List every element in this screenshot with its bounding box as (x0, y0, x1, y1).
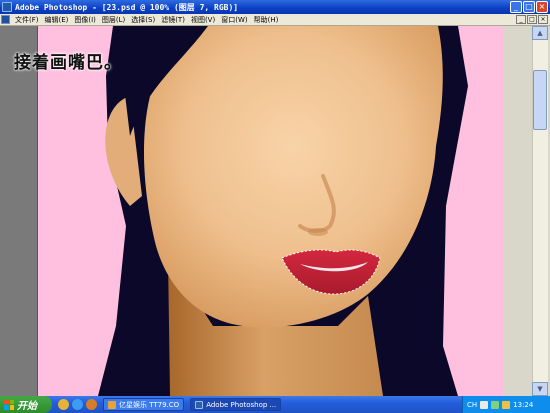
doc-restore-button[interactable]: □ (527, 15, 537, 24)
menu-bar: 文件(F) 编辑(E) 图像(I) 图层(L) 选择(S) 滤镜(T) 视图(V… (0, 14, 550, 26)
menu-filter[interactable]: 滤镜(T) (158, 15, 188, 25)
window-title: Adobe Photoshop - [23.psd @ 100% (图层 7, … (15, 2, 239, 12)
document-controls: _ □ × (516, 15, 548, 24)
start-label: 开始 (17, 401, 37, 412)
photoshop-app-icon[interactable] (2, 2, 12, 12)
doc-close-button[interactable]: × (538, 15, 548, 24)
photoshop-task-icon (195, 400, 204, 409)
menu-edit[interactable]: 编辑(E) (42, 15, 72, 25)
language-indicator[interactable]: CH (467, 401, 477, 409)
document-canvas[interactable] (38, 26, 504, 396)
system-tray: CH 13:24 (462, 396, 550, 413)
tutorial-caption: 接着画嘴巴。 (14, 53, 122, 73)
scroll-down-button[interactable]: ▼ (532, 382, 548, 396)
ie-icon[interactable] (72, 399, 83, 410)
windows-logo-icon (4, 399, 14, 410)
taskbar: 开始 亿星娱乐 TT79.CO Adobe Photoshop ... CH 1… (0, 396, 550, 413)
task-browser[interactable]: 亿星娱乐 TT79.CO (103, 398, 185, 411)
menu-view[interactable]: 视图(V) (188, 15, 218, 25)
browser-task-icon (108, 400, 116, 409)
menu-window[interactable]: 窗口(W) (218, 15, 250, 25)
menu-select[interactable]: 选择(S) (128, 15, 158, 25)
scroll-thumb[interactable] (533, 70, 547, 130)
menu-image[interactable]: 图像(I) (71, 15, 99, 25)
canvas-left-margin (0, 26, 38, 396)
illustration (38, 26, 504, 396)
network-icon[interactable] (491, 400, 500, 409)
window-controls: _ □ × (510, 1, 548, 13)
close-button[interactable]: × (536, 1, 548, 13)
task-photoshop-label: Adobe Photoshop ... (206, 400, 277, 409)
task-photoshop[interactable]: Adobe Photoshop ... (190, 398, 282, 411)
title-bar: Adobe Photoshop - [23.psd @ 100% (图层 7, … (0, 0, 550, 14)
scroll-up-button[interactable]: ▲ (532, 26, 548, 40)
start-button[interactable]: 开始 (0, 396, 52, 413)
maximize-button[interactable]: □ (523, 1, 535, 13)
menu-help[interactable]: 帮助(H) (251, 15, 282, 25)
task-browser-label: 亿星娱乐 TT79.CO (119, 400, 180, 409)
menu-layer[interactable]: 图层(L) (99, 15, 128, 25)
minimize-button[interactable]: _ (510, 1, 522, 13)
document-icon[interactable] (1, 15, 10, 24)
media-icon[interactable] (86, 399, 97, 410)
clock: 13:24 (513, 400, 534, 409)
menu-file[interactable]: 文件(F) (12, 15, 42, 25)
doc-minimize-button[interactable]: _ (516, 15, 526, 24)
browser-icon[interactable] (58, 399, 69, 410)
quick-launch (58, 399, 97, 410)
security-icon[interactable] (502, 400, 511, 409)
volume-icon[interactable] (480, 400, 489, 409)
